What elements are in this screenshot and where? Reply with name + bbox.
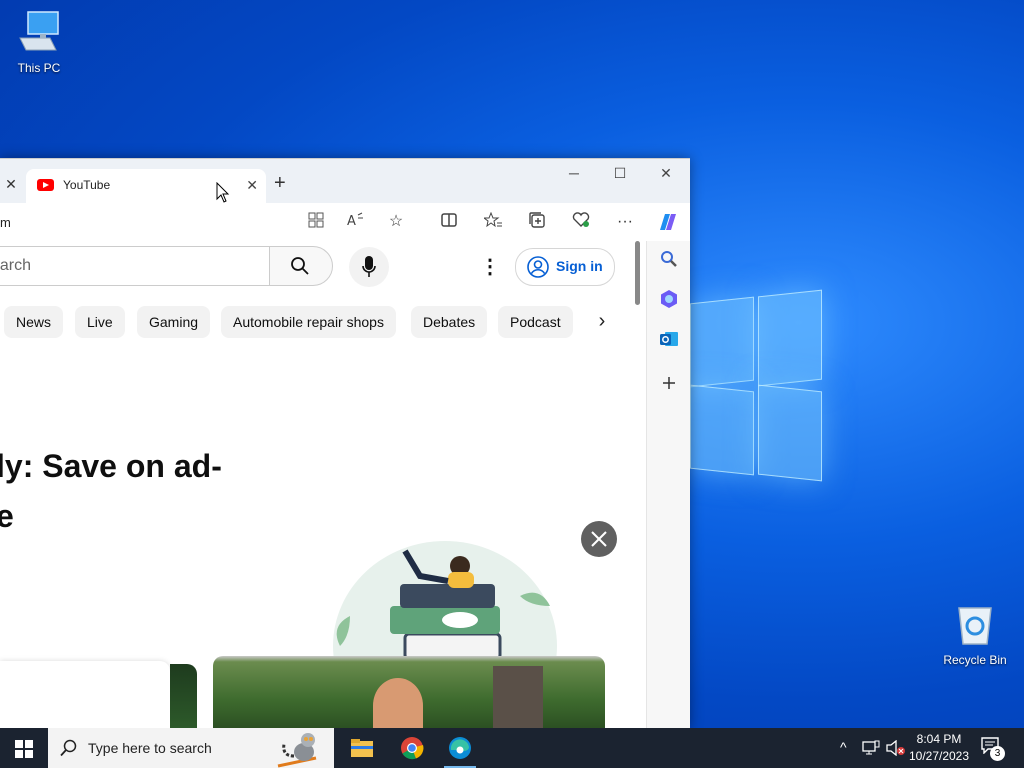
edge-sidebar bbox=[646, 241, 690, 729]
tab-title: YouTube bbox=[63, 178, 111, 192]
search-icon[interactable] bbox=[659, 249, 679, 269]
read-aloud-icon[interactable]: A bbox=[346, 212, 366, 232]
thumbnail-person bbox=[373, 678, 423, 729]
sign-in-label: Sign in bbox=[556, 258, 603, 274]
settings-menu-icon[interactable]: ⋮ bbox=[480, 255, 500, 279]
promo-headline: ly: Save on ad- e bbox=[0, 441, 222, 541]
taskbar-edge[interactable] bbox=[436, 728, 484, 768]
windows-logo-wallpaper bbox=[690, 289, 824, 482]
favorites-icon[interactable] bbox=[482, 211, 503, 232]
search-placeholder: earch bbox=[0, 257, 32, 274]
search-icon bbox=[291, 257, 309, 275]
desktop-icon-label: This PC bbox=[17, 61, 61, 75]
clock-time[interactable]: 8:04 PM bbox=[908, 732, 970, 746]
favorite-star-icon[interactable]: ☆ bbox=[386, 212, 406, 232]
copilot-icon[interactable] bbox=[656, 210, 680, 234]
taskbar-search-box[interactable]: Type here to search bbox=[48, 728, 334, 768]
more-options-icon[interactable]: ··· bbox=[615, 212, 635, 232]
dismiss-banner-button[interactable] bbox=[581, 521, 617, 557]
voice-search-button[interactable] bbox=[349, 247, 389, 287]
chevron-right-icon[interactable]: › bbox=[588, 306, 616, 338]
video-thumbnail-main[interactable] bbox=[213, 656, 605, 729]
edge-browser-window: ✕ YouTube ✕ + ─ ☐ ✕ m A ☆ ··· arch ⋮ Sig… bbox=[0, 158, 690, 729]
browser-essentials-icon[interactable] bbox=[571, 212, 591, 232]
category-chips: News Live Gaming Automobile repair shops… bbox=[0, 306, 646, 340]
network-icon[interactable] bbox=[862, 740, 880, 756]
video-thumbnail-left[interactable] bbox=[170, 664, 197, 729]
start-button[interactable] bbox=[0, 728, 48, 768]
svg-text:A: A bbox=[347, 214, 356, 228]
taskbar: Type here to search ^ 8:04 PM 10/27/2023… bbox=[0, 728, 1024, 768]
account-icon bbox=[527, 256, 549, 278]
desktop-icon-recycle-bin[interactable]: Recycle Bin bbox=[940, 604, 1010, 667]
add-icon[interactable] bbox=[659, 373, 679, 393]
youtube-search-button[interactable] bbox=[269, 246, 333, 286]
computer-icon bbox=[4, 10, 74, 57]
youtube-favicon-icon bbox=[37, 179, 54, 191]
taskbar-chrome[interactable] bbox=[388, 728, 436, 768]
chip-automobile-repair-shops[interactable]: Automobile repair shops bbox=[221, 306, 396, 338]
sign-in-button[interactable]: Sign in bbox=[515, 248, 615, 286]
chip-news[interactable]: News bbox=[4, 306, 64, 338]
youtube-page: earch ⋮ Sign in News Live Gaming Automob… bbox=[0, 241, 646, 729]
microphone-icon bbox=[362, 256, 376, 277]
clock-date[interactable]: 10/27/2023 bbox=[906, 749, 972, 763]
split-screen-icon[interactable] bbox=[439, 212, 459, 232]
collections-icon[interactable] bbox=[527, 212, 547, 232]
copilot-hex-icon[interactable] bbox=[659, 289, 679, 309]
new-tab-button[interactable]: + bbox=[274, 173, 286, 193]
chevron-up-icon[interactable]: ^ bbox=[840, 739, 847, 755]
lemur-search-highlight-icon bbox=[277, 733, 317, 768]
thumbnail-structure bbox=[493, 666, 543, 729]
scrollbar-thumb[interactable] bbox=[635, 241, 640, 305]
minimize-button[interactable]: ─ bbox=[559, 165, 589, 181]
notification-center-button[interactable]: 3 bbox=[980, 736, 1010, 762]
url-text: m bbox=[0, 215, 11, 230]
close-icon bbox=[591, 531, 607, 547]
address-bar: m A ☆ ··· bbox=[0, 203, 690, 241]
page-scrollbar[interactable] bbox=[632, 241, 642, 729]
maximize-button[interactable]: ☐ bbox=[605, 165, 635, 182]
folder-icon bbox=[351, 739, 373, 757]
close-icon[interactable]: ✕ bbox=[4, 177, 18, 191]
promo-line-2: e bbox=[0, 491, 222, 541]
edge-icon bbox=[449, 737, 471, 759]
chip-live[interactable]: Live bbox=[75, 306, 125, 338]
video-card-left[interactable] bbox=[0, 661, 170, 729]
desktop-icon-this-pc[interactable]: This PC bbox=[4, 10, 74, 75]
desktop-icon-label: Recycle Bin bbox=[943, 653, 1007, 667]
chrome-icon bbox=[401, 737, 424, 760]
mouse-cursor-icon bbox=[216, 182, 230, 203]
promo-line-1: ly: Save on ad- bbox=[0, 448, 222, 484]
youtube-search-input[interactable]: earch bbox=[0, 246, 271, 286]
chip-debates[interactable]: Debates bbox=[411, 306, 488, 338]
tab-bar: ✕ YouTube ✕ + ─ ☐ ✕ bbox=[0, 159, 690, 203]
close-tab-icon[interactable]: ✕ bbox=[246, 177, 258, 194]
close-window-button[interactable]: ✕ bbox=[651, 165, 681, 182]
outlook-icon[interactable] bbox=[659, 329, 679, 349]
chip-gaming[interactable]: Gaming bbox=[137, 306, 211, 338]
app-available-icon[interactable] bbox=[306, 212, 326, 232]
search-icon bbox=[60, 739, 77, 757]
chip-podcast[interactable]: Podcast bbox=[498, 306, 573, 338]
taskbar-file-explorer[interactable] bbox=[338, 728, 386, 768]
notification-count-badge: 3 bbox=[990, 746, 1005, 761]
volume-muted-icon[interactable] bbox=[886, 740, 906, 756]
recycle-bin-icon bbox=[940, 604, 1010, 649]
windows-icon bbox=[15, 740, 33, 758]
tab-youtube[interactable]: YouTube ✕ bbox=[26, 169, 266, 203]
taskbar-search-placeholder: Type here to search bbox=[88, 740, 212, 756]
